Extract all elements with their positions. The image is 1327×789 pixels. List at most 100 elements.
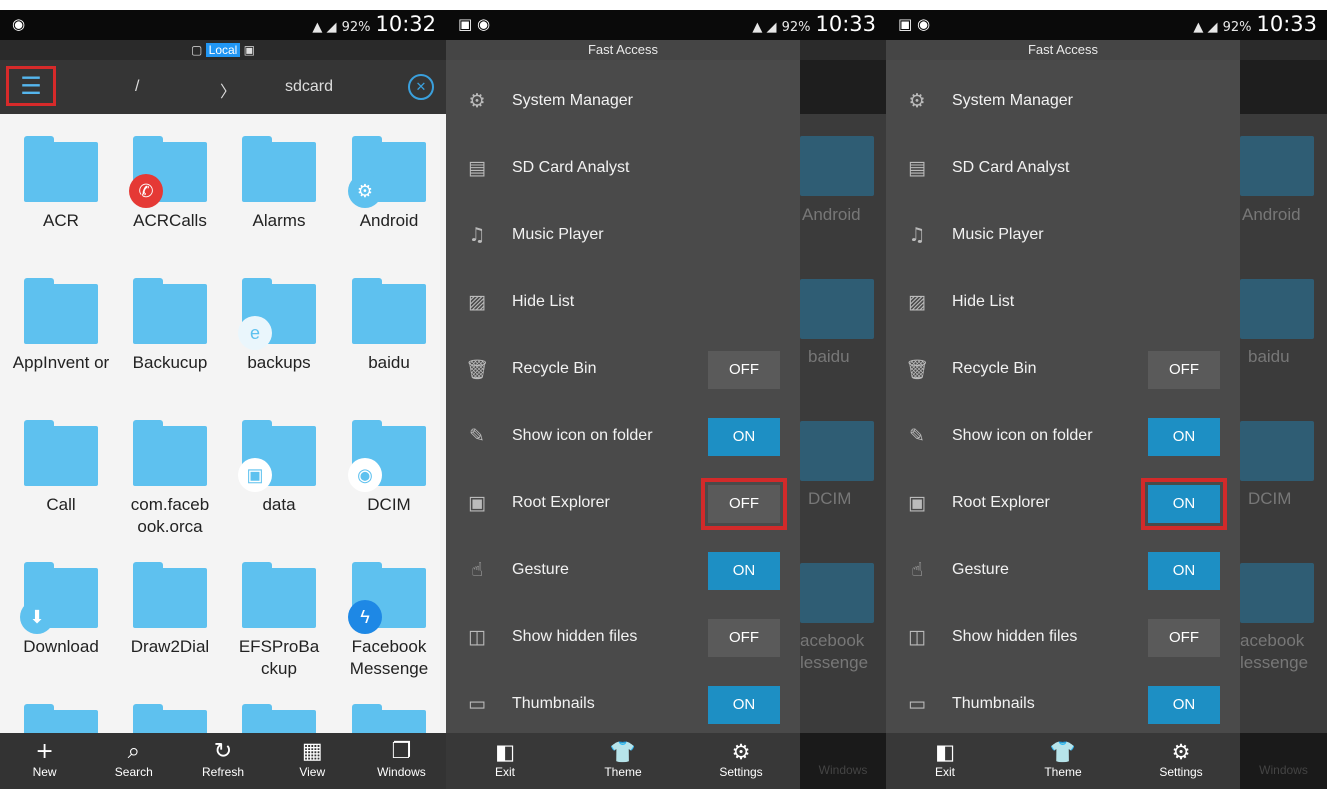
folder-icon [242, 136, 316, 202]
drawer-item-gesture[interactable]: ☝ Gesture ON [446, 541, 800, 601]
breadcrumb-sdcard[interactable]: sdcard [285, 78, 333, 96]
folder-item[interactable]: Draw2Dial [115, 562, 225, 658]
dim-label: acebook [800, 631, 865, 650]
folder-item[interactable]: ⚙ Android [334, 136, 444, 232]
toggle-switch[interactable]: ON [1148, 686, 1220, 724]
exit-icon: ◧ [495, 740, 515, 764]
drawer-item-label: Show icon on folder [512, 427, 653, 444]
bottom-nav-refresh[interactable]: ↻ Refresh [178, 733, 267, 789]
drawer-theme-button[interactable]: 👕 Theme [564, 733, 682, 789]
toggle-switch[interactable]: OFF [708, 619, 780, 657]
folder-item[interactable]: ◉ DCIM [334, 420, 444, 516]
drawer-item-icon: ▨ [468, 291, 486, 313]
drawer-item-sd-card-analyst[interactable]: ▤ SD Card Analyst [446, 139, 800, 199]
hamburger-icon: ☰ [20, 72, 42, 100]
drawer-item-icon: ⚙ [468, 90, 486, 112]
search-icon: ⌕ [127, 739, 140, 764]
drawer-settings-button[interactable]: ⚙ Settings [682, 733, 800, 789]
drawer-item-thumbnails[interactable]: ▭ Thumbnails ON [446, 675, 800, 735]
drawer-exit-button[interactable]: ◧ Exit [446, 733, 564, 789]
exit-icon: ◧ [935, 740, 955, 764]
folder-name: Draw2Dial [130, 637, 210, 656]
folder-item[interactable]: e backups [224, 278, 334, 374]
drawer-item-icon: ✎ [909, 425, 925, 447]
drawer-item-show-hidden-files[interactable]: ◫ Show hidden files OFF [886, 608, 1240, 668]
folder-item[interactable]: ⬇ Download [6, 562, 116, 658]
folder-item[interactable]: Backucup [115, 278, 225, 374]
folder-item[interactable]: ✆ ACRCalls [115, 136, 225, 232]
drawer-item-icon: ⚙ [908, 90, 926, 112]
toggle-switch[interactable]: OFF [701, 478, 787, 530]
toggle-switch[interactable]: ON [708, 686, 780, 724]
drawer-item-gesture[interactable]: ☝ Gesture ON [886, 541, 1240, 601]
drawer-screen-before: ▣ ◉ ▲ ◢ 92% 10:33 Android baidu DCIM acebo… [446, 10, 886, 789]
drawer-item-system-manager[interactable]: ⚙ System Manager [446, 72, 800, 132]
notification-icon: ◉ [12, 15, 26, 33]
folder-item[interactable]: baidu [334, 278, 444, 374]
clock: 10:33 [1256, 12, 1317, 36]
bottom-nav-label: Refresh [201, 765, 245, 779]
drawer-item-system-manager[interactable]: ⚙ System Manager [886, 72, 1240, 132]
dim-label: DCIM [1248, 489, 1292, 508]
toggle-switch[interactable]: OFF [1148, 351, 1220, 389]
folder-item[interactable]: Call [6, 420, 116, 516]
drawer-item-recycle-bin[interactable]: 🗑 Recycle Bin OFF [446, 340, 800, 400]
folder-item[interactable]: AppInvent or [6, 278, 116, 374]
bottom-nav-view[interactable]: ▦ View [268, 733, 357, 789]
gear-icon: ⚙ [348, 174, 382, 208]
bottom-nav: + New ⌕ Search ↻ Refresh ▦ View ❐ Windows [0, 733, 446, 789]
drawer-item-icon: ▣ [468, 492, 486, 514]
drawer-exit-button[interactable]: ◧ Exit [886, 733, 1004, 789]
drawer-item-label: SD Card Analyst [952, 159, 1070, 176]
folder-icon [24, 420, 98, 486]
toggle-switch[interactable]: OFF [708, 351, 780, 389]
drawer-item-music-player[interactable]: ♫ Music Player [886, 206, 1240, 266]
drawer-item-sd-card-analyst[interactable]: ▤ SD Card Analyst [886, 139, 1240, 199]
battery-level: 92% [341, 20, 371, 35]
dim-label: acebook [1240, 631, 1305, 650]
drawer-item-label: Hide List [952, 293, 1015, 310]
toggle-switch[interactable]: ON [708, 552, 780, 590]
bottom-nav-windows[interactable]: ❐ Windows [357, 733, 446, 789]
toggle-switch[interactable]: OFF [1148, 619, 1220, 657]
close-icon[interactable]: ✕ [408, 74, 434, 100]
breadcrumb-root[interactable]: / [135, 78, 139, 96]
drawer-item-show-icon-on-folder[interactable]: ✎ Show icon on folder ON [886, 407, 1240, 467]
drawer-settings-button[interactable]: ⚙ Settings [1122, 733, 1240, 789]
new-icon: + [35, 739, 54, 764]
toggle-switch[interactable]: ON [708, 418, 780, 456]
folder-item[interactable]: Alarms [224, 136, 334, 232]
folder-item[interactable]: ϟ Facebook Messenge [334, 562, 444, 680]
toggle-switch[interactable]: ON [1141, 478, 1227, 530]
folder-item[interactable]: com.faceb ook.orca [115, 420, 225, 538]
toggle-switch[interactable]: ON [1148, 552, 1220, 590]
drawer-item-icon: ☝ [471, 559, 483, 581]
folder-name: EFSProBa ckup [238, 637, 320, 678]
location-tag[interactable]: Local [205, 43, 241, 57]
drawer-item-show-icon-on-folder[interactable]: ✎ Show icon on folder ON [446, 407, 800, 467]
drawer-theme-button[interactable]: 👕 Theme [1004, 733, 1122, 789]
drawer-item-show-hidden-files[interactable]: ◫ Show hidden files OFF [446, 608, 800, 668]
drawer-item-hide-list[interactable]: ▨ Hide List [446, 273, 800, 333]
folder-name: backups [247, 353, 311, 372]
drawer-item-hide-list[interactable]: ▨ Hide List [886, 273, 1240, 333]
fast-access-drawer: Fast Access ⚙ System Manager ▤ SD Card Anal… [886, 40, 1240, 789]
clock: 10:33 [815, 12, 876, 36]
drawer-item-music-player[interactable]: ♫ Music Player [446, 206, 800, 266]
bottom-nav-new[interactable]: + New [0, 733, 89, 789]
drawer-item-icon: ▭ [468, 693, 486, 715]
toggle-switch[interactable]: ON [1148, 418, 1220, 456]
drawer-item-root-explorer[interactable]: ▣ Root Explorer ON [886, 474, 1240, 534]
folder-item[interactable]: EFSProBa ckup [224, 562, 334, 680]
folder-icon [352, 704, 426, 733]
drawer-item-icon: 🗑 [904, 359, 930, 381]
drawer-item-root-explorer[interactable]: ▣ Root Explorer OFF [446, 474, 800, 534]
drawer-item-recycle-bin[interactable]: 🗑 Recycle Bin OFF [886, 340, 1240, 400]
folder-item[interactable]: ACR [6, 136, 116, 232]
folder-item[interactable]: ▣ data [224, 420, 334, 516]
menu-button[interactable]: ☰ [6, 66, 56, 106]
drawer-item-thumbnails[interactable]: ▭ Thumbnails ON [886, 675, 1240, 735]
bottom-nav-search[interactable]: ⌕ Search [89, 733, 178, 789]
folder-icon: e [238, 278, 316, 350]
drawer-item-icon: ▤ [468, 157, 486, 179]
